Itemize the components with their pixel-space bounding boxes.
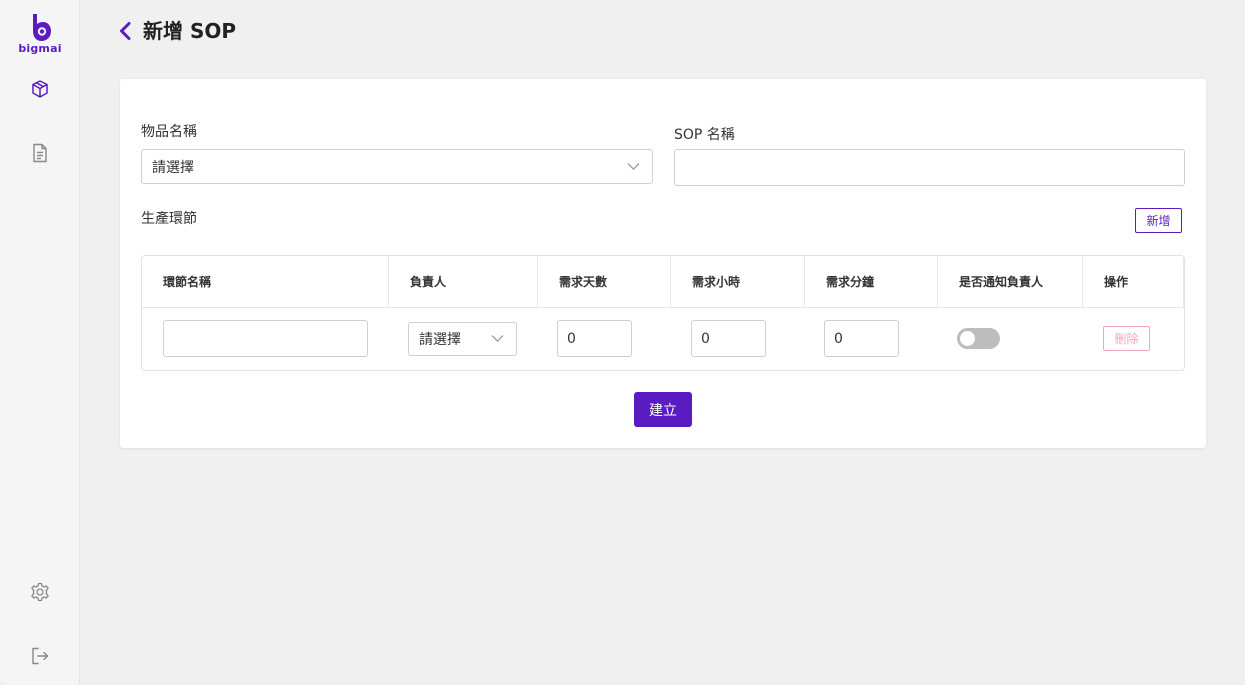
col-owner: 負責人: [389, 256, 538, 307]
stage-name-input[interactable]: [163, 320, 368, 357]
notify-toggle[interactable]: [957, 328, 1000, 349]
col-minutes: 需求分鐘: [805, 256, 938, 307]
item-name-select-value: 請選擇: [152, 159, 194, 176]
delete-stage-button[interactable]: 刪除: [1103, 326, 1150, 351]
col-actions: 操作: [1083, 256, 1184, 307]
brand-logo[interactable]: bigmai: [0, 12, 80, 55]
col-days: 需求天數: [538, 256, 671, 307]
col-stage-name: 環節名稱: [142, 256, 389, 307]
toggle-knob: [960, 331, 975, 346]
chevron-down-icon: [627, 162, 640, 170]
owner-select-value: 請選擇: [419, 332, 461, 348]
item-name-label: 物品名稱: [141, 124, 197, 140]
chevron-left-icon: [120, 22, 131, 40]
stages-label: 生產環節: [141, 211, 197, 227]
sop-name-label: SOP 名稱: [674, 127, 735, 143]
hours-input[interactable]: [691, 320, 766, 357]
chevron-down-icon: [491, 335, 504, 343]
page-title: 新增 SOP: [143, 19, 237, 43]
col-notify: 是否通知負責人: [938, 256, 1083, 307]
col-hours: 需求小時: [671, 256, 805, 307]
logo-mark-icon: [33, 14, 51, 41]
add-stage-button[interactable]: 新增: [1135, 208, 1182, 233]
days-input[interactable]: [557, 320, 632, 357]
brand-name: bigmai: [18, 42, 62, 55]
back-button[interactable]: [118, 19, 136, 43]
table-header: 環節名稱 負責人 需求天數 需求小時 需求分鐘 是否通知負責人 操作: [142, 256, 1184, 308]
document-icon[interactable]: [28, 141, 52, 165]
box-icon[interactable]: [28, 77, 52, 101]
sop-form-card: 物品名稱 請選擇 SOP 名稱 生產環節 新增 環節名稱 負責人 需求天數 需求…: [120, 79, 1206, 448]
item-name-select[interactable]: 請選擇: [141, 149, 653, 184]
logout-icon[interactable]: [28, 644, 52, 668]
stages-table: 環節名稱 負責人 需求天數 需求小時 需求分鐘 是否通知負責人 操作 請選擇 刪…: [141, 255, 1185, 371]
create-button[interactable]: 建立: [634, 392, 692, 427]
sidebar: bigmai: [0, 0, 80, 685]
owner-select[interactable]: 請選擇: [408, 322, 517, 356]
sop-name-input[interactable]: [674, 149, 1185, 186]
minutes-input[interactable]: [824, 320, 899, 357]
gear-icon[interactable]: [28, 580, 52, 604]
